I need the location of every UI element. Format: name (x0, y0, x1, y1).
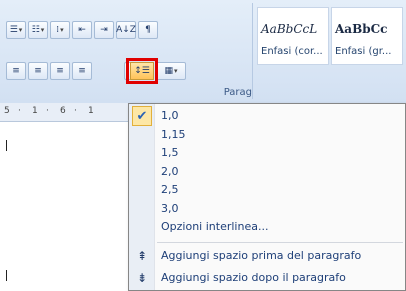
highlight-box (126, 58, 158, 84)
align-center-button[interactable]: ≡ (28, 62, 48, 80)
ruler-mark: 5 (4, 106, 10, 116)
document-area[interactable] (0, 122, 144, 291)
ruler-mark: · (18, 106, 21, 116)
ruler-mark: 6 (60, 106, 66, 116)
paragraph-group: ☰ ☷ ⁞ ⇤ ⇥ A↓Z ¶ ≡ ≡ ≡ ≡ ⌂ ▦ Parag (0, 3, 252, 103)
style-sample: AaBbCcL (261, 22, 318, 36)
multilevel-list-button[interactable]: ⁞ (50, 21, 70, 39)
menu-item-label: 1,15 (161, 127, 186, 141)
ribbon: ☰ ☷ ⁞ ⇤ ⇥ A↓Z ¶ ≡ ≡ ≡ ≡ ⌂ ▦ Parag AaBbCc… (0, 0, 406, 104)
align-left-button[interactable]: ≡ (6, 62, 26, 80)
paragraph-group-label: Parag (223, 87, 252, 98)
menu-item-label: 1,0 (161, 109, 179, 122)
borders-button[interactable]: ▦ (156, 62, 186, 80)
menu-item-label: 2,0 (161, 164, 179, 178)
menu-item-add-space-before[interactable]: ⇞ Aggiungi spazio prima del paragrafo (129, 245, 405, 268)
numbering-button[interactable]: ☷ (28, 21, 48, 39)
menu-item-label: 1,5 (161, 146, 179, 159)
text-line-marker (6, 140, 7, 151)
justify-button[interactable]: ≡ (72, 62, 92, 80)
decrease-indent-button[interactable]: ⇤ (72, 21, 92, 39)
style-name: Enfasi (cor... (261, 46, 323, 57)
style-sample: AaBbCc (335, 22, 388, 36)
text-line-marker (6, 270, 7, 281)
align-right-button[interactable]: ≡ (50, 62, 70, 80)
menu-item-label: Aggiungi spazio dopo il paragrafo (161, 271, 346, 284)
menu-item-label: Aggiungi spazio prima del paragrafo (161, 249, 362, 262)
ruler-mark: · (46, 106, 49, 116)
style-tile-enfasi-grassetto[interactable]: AaBbCc Enfasi (gr... (331, 7, 403, 65)
paragraph-row-2: ≡ ≡ ≡ ≡ ⌂ ▦ (6, 62, 186, 80)
increase-indent-button[interactable]: ⇥ (94, 21, 114, 39)
sort-button[interactable]: A↓Z (116, 21, 136, 39)
menu-item-line-spacing-options[interactable]: Opzioni interlinea... (129, 216, 405, 239)
menu-item-label: 3,0 (161, 201, 179, 215)
styles-gallery: AaBbCcL Enfasi (cor... AaBbCc Enfasi (gr… (252, 3, 406, 99)
line-spacing-menu: ✔ 1,0 1,15 1,5 2,0 2,5 3,0 Opzioni inter… (128, 103, 406, 291)
ruler: 5 · 1 · 6 · 1 (0, 103, 144, 122)
space-before-icon: ⇞ (136, 249, 148, 263)
menu-item-label: 2,5 (161, 183, 179, 196)
bullets-button[interactable]: ☰ (6, 21, 26, 39)
paragraph-row-1: ☰ ☷ ⁞ ⇤ ⇥ A↓Z ¶ (6, 21, 158, 39)
space-after-icon: ⇟ (136, 271, 148, 285)
menu-separator (157, 242, 403, 243)
ruler-mark: · (74, 106, 77, 116)
style-name: Enfasi (gr... (335, 46, 392, 57)
menu-item-label: Opzioni interlinea... (161, 220, 269, 233)
show-marks-button[interactable]: ¶ (138, 21, 158, 39)
menu-item-add-space-after[interactable]: ⇟ Aggiungi spazio dopo il paragrafo (129, 267, 405, 290)
ruler-mark: 1 (32, 106, 38, 116)
ruler-mark: 1 (88, 106, 94, 116)
style-tile-enfasi-corsivo[interactable]: AaBbCcL Enfasi (cor... (257, 7, 329, 65)
